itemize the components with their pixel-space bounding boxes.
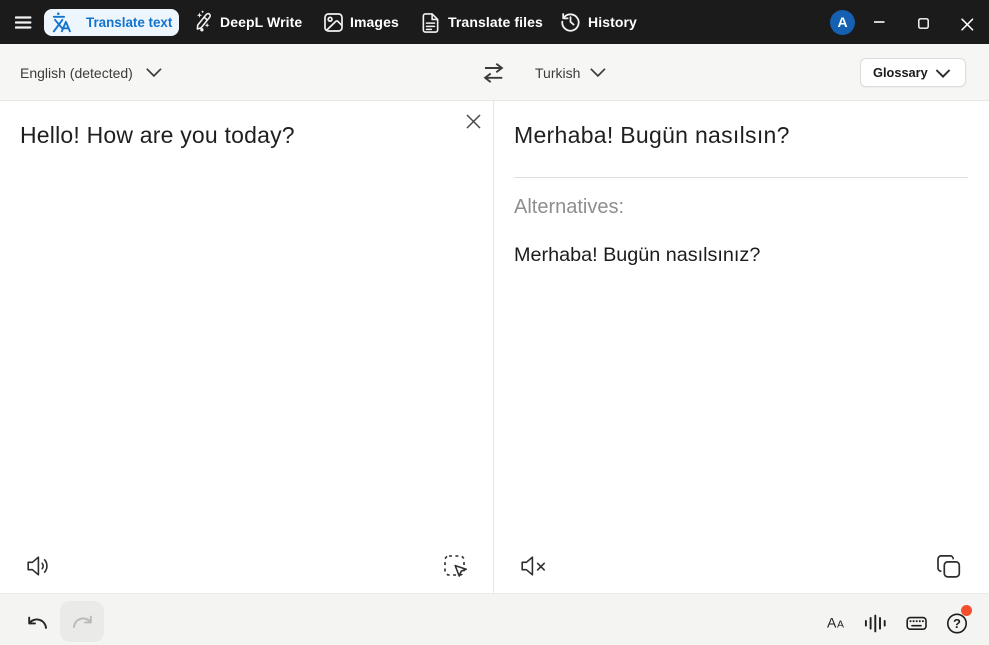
svg-text:A: A <box>837 619 844 630</box>
svg-text:A: A <box>827 614 837 630</box>
svg-text:?: ? <box>953 616 961 631</box>
